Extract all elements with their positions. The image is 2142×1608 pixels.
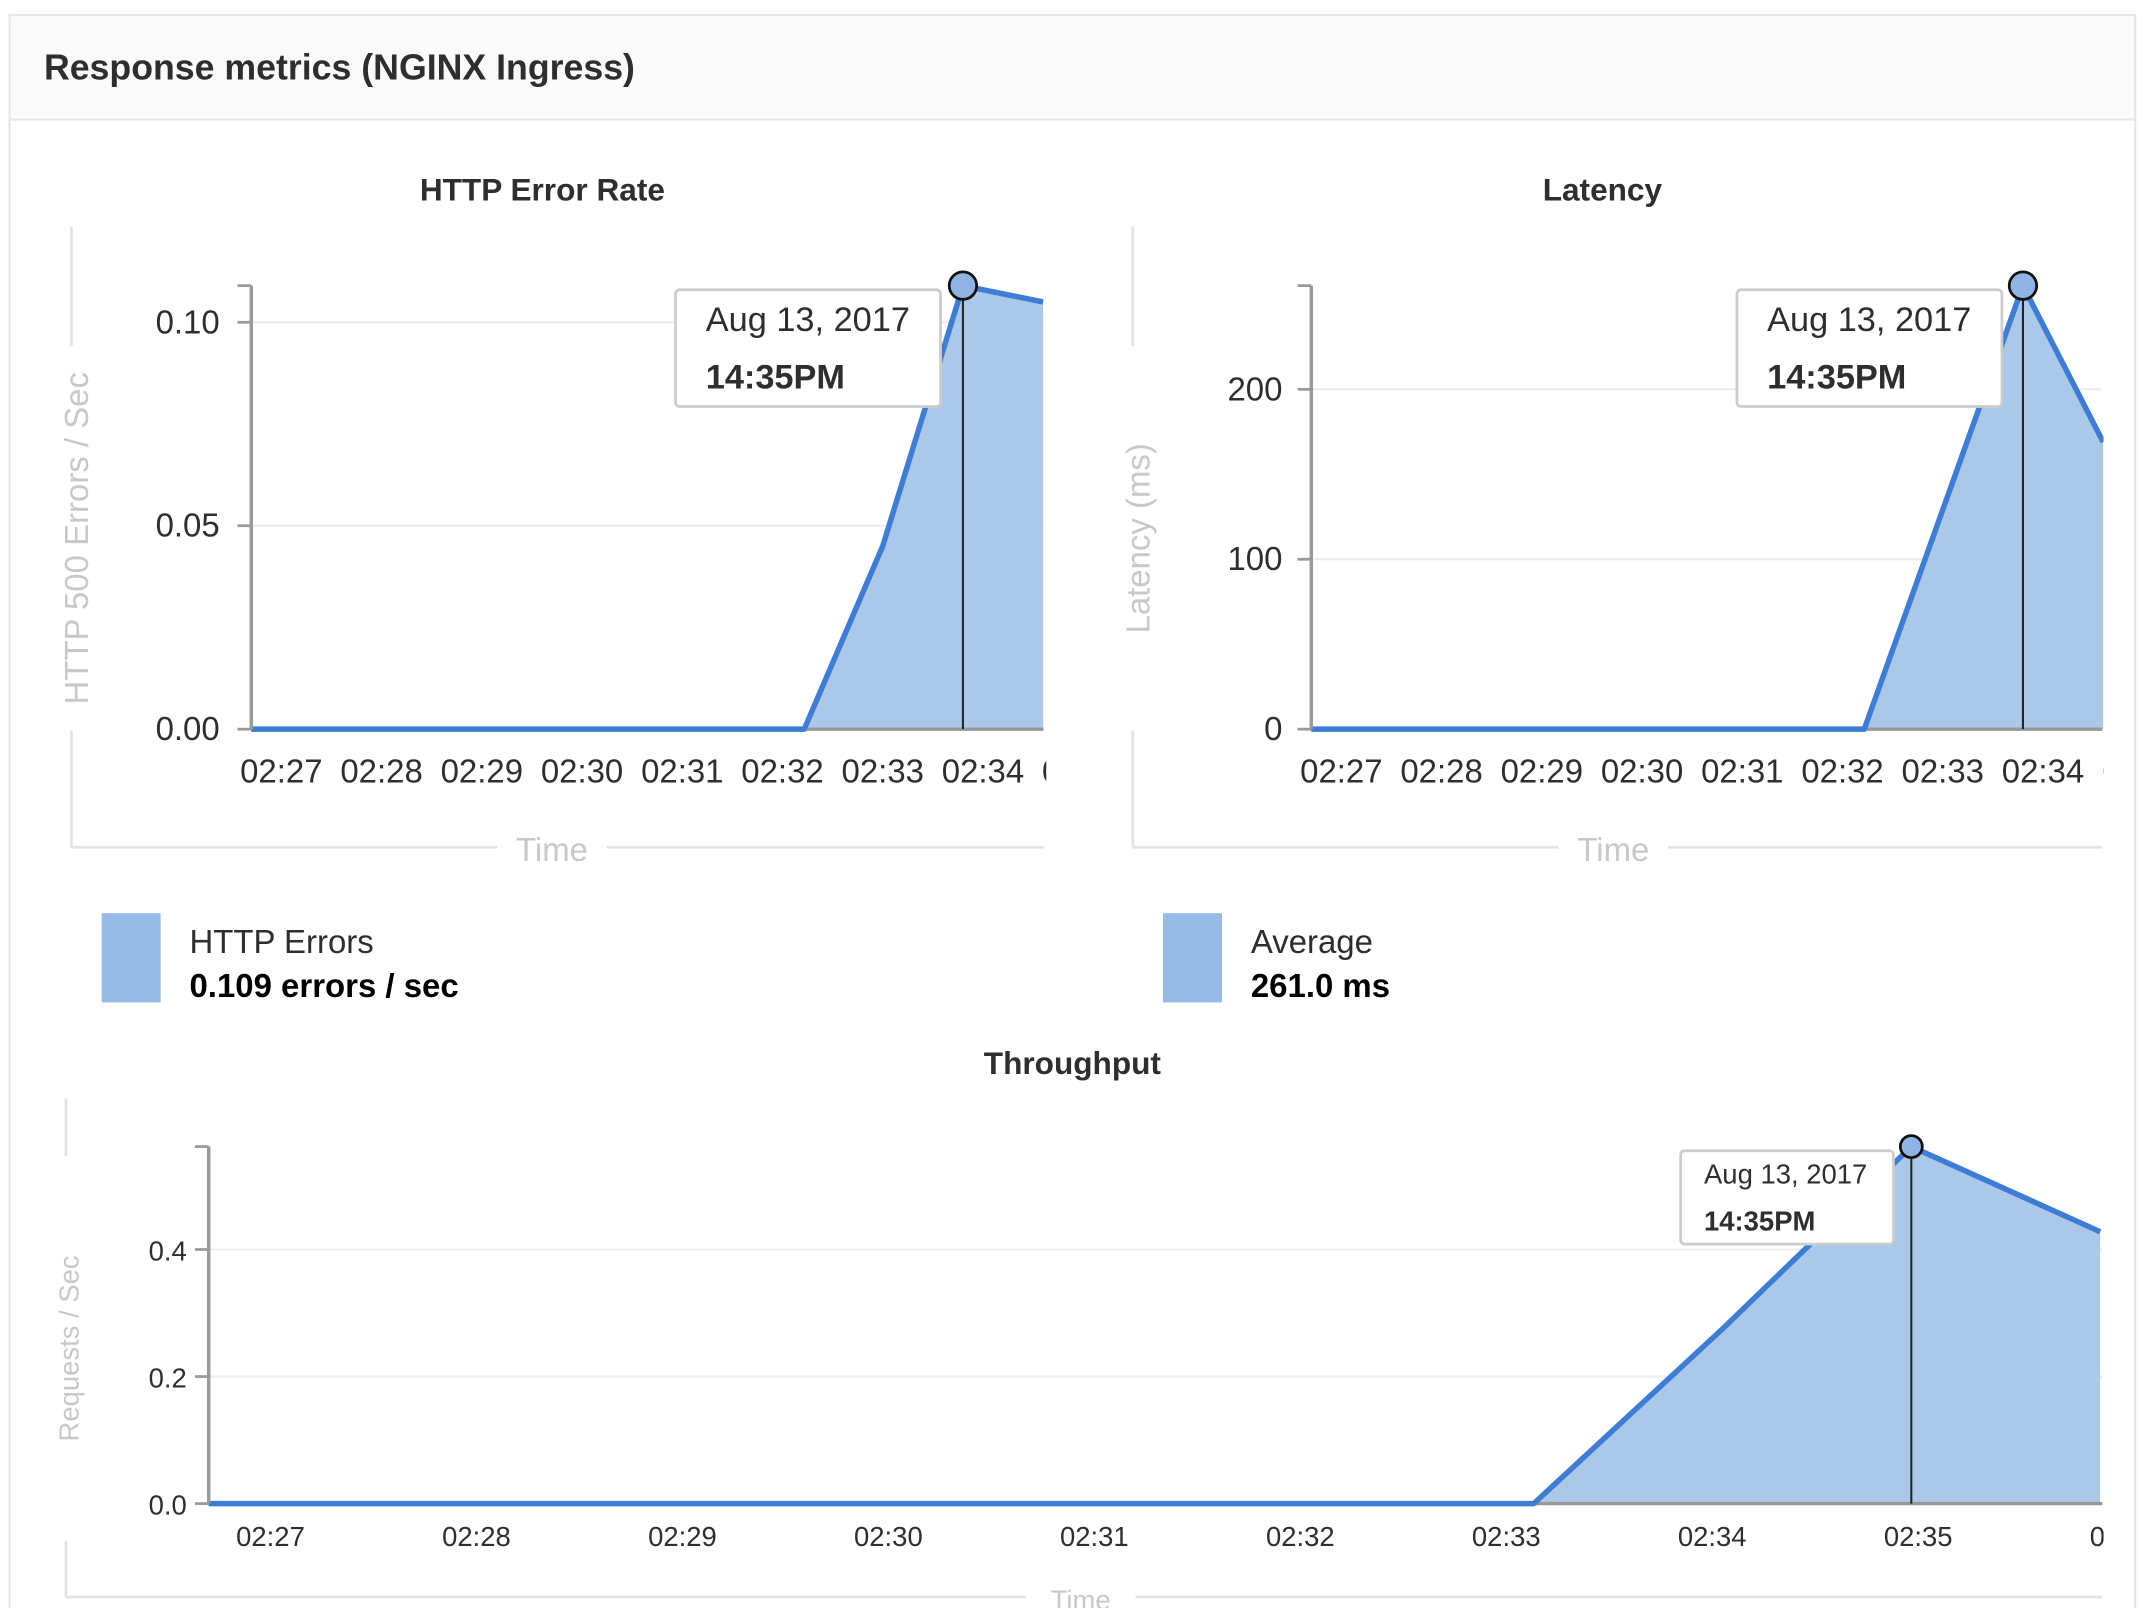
tooltip: Aug 13, 2017 14:35PM bbox=[1735, 288, 2004, 408]
chart-title: Throughput bbox=[984, 1045, 1162, 1081]
hover-point bbox=[1898, 1134, 1924, 1159]
x-tick-label: 02:34 bbox=[2002, 753, 2084, 790]
y-axis-label: Latency (ms) bbox=[1119, 443, 1156, 633]
x-tick-label: 02:30 bbox=[541, 753, 623, 790]
x-tick-label: 02:28 bbox=[340, 753, 422, 790]
x-tick-label: 02:34 bbox=[1678, 1521, 1747, 1552]
x-tick-label: 02:32 bbox=[1801, 753, 1883, 790]
x-tick-label: 02:30 bbox=[1601, 753, 1683, 790]
y-tick-label: 200 bbox=[1227, 370, 1282, 407]
legend-value: 261.0 ms bbox=[1251, 967, 1390, 1004]
chart-title: Latency bbox=[1543, 172, 1663, 208]
x-tick-label: 02:28 bbox=[1400, 753, 1482, 790]
tooltip: Aug 13, 2017 14:35PM bbox=[1679, 1149, 1895, 1246]
tooltip-date: Aug 13, 2017 bbox=[1767, 301, 1971, 339]
legend-value: 0.109 errors / sec bbox=[189, 967, 458, 1004]
y-tick-label: 0.10 bbox=[156, 303, 220, 340]
legend-average-latency: Average 261.0 ms bbox=[1162, 913, 1390, 1004]
x-tick-label: 02:31 bbox=[1060, 1521, 1129, 1552]
x-tick-label: 02:27 bbox=[236, 1521, 305, 1552]
x-tick-label: 02:33 bbox=[1472, 1521, 1541, 1552]
y-tick-label: 0.00 bbox=[156, 710, 220, 747]
tooltip-date: Aug 13, 2017 bbox=[1704, 1159, 1867, 1190]
x-tick-label: 02:32 bbox=[1266, 1521, 1335, 1552]
y-tick-label: 0 bbox=[1264, 710, 1282, 747]
x-tick-label: 02:27 bbox=[240, 753, 322, 790]
x-tick-label: 02:29 bbox=[648, 1521, 717, 1552]
y-tick-label: 0.0 bbox=[149, 1490, 187, 1521]
legend-label: Average bbox=[1251, 923, 1373, 960]
x-tick-label: 02:27 bbox=[1300, 753, 1382, 790]
x-ticks: 02:27 02:28 02:29 02:30 02:31 02:32 02:33 02:34… bbox=[240, 753, 1046, 790]
panel-title: Response metrics (NGINX Ingress) bbox=[44, 48, 635, 88]
x-axis-label: Time bbox=[1577, 831, 1649, 868]
x-tick-label: 02:29 bbox=[1501, 753, 1583, 790]
tooltip-time: 14:35PM bbox=[1704, 1205, 1815, 1236]
y-axis-label: Requests / Sec bbox=[53, 1255, 84, 1441]
x-tick-label: 02:31 bbox=[641, 753, 723, 790]
x-tick-label: 02:34 bbox=[942, 753, 1024, 790]
x-tick-label: 02:28 bbox=[442, 1521, 511, 1552]
y-axis-label: HTTP 500 Errors / Sec bbox=[58, 372, 95, 705]
hover-point bbox=[2007, 270, 2039, 301]
legend-swatch bbox=[101, 913, 161, 1003]
x-tick-label: 02:30 bbox=[854, 1521, 923, 1552]
hover-point bbox=[947, 270, 979, 301]
x-tick-label: 02:33 bbox=[842, 753, 924, 790]
y-tick-label: 0.2 bbox=[149, 1363, 187, 1394]
x-tick-label: 02:32 bbox=[741, 753, 823, 790]
x-tick-label: 02:31 bbox=[1701, 753, 1783, 790]
tooltip-time: 14:35PM bbox=[1767, 359, 1906, 397]
y-tick-label: 0.05 bbox=[156, 507, 220, 544]
tooltip-time: 14:35PM bbox=[706, 359, 845, 397]
legend-swatch bbox=[1162, 913, 1223, 1003]
x-axis-label: Time bbox=[516, 831, 588, 868]
x-tick-label: 02:35 bbox=[1884, 1521, 1953, 1552]
tooltip-date: Aug 13, 2017 bbox=[706, 301, 910, 339]
x-tick-label: 02:29 bbox=[441, 753, 523, 790]
chart-title: HTTP Error Rate bbox=[420, 172, 665, 208]
x-axis-label: Time bbox=[1051, 1584, 1111, 1608]
y-tick-label: 100 bbox=[1227, 540, 1282, 577]
x-tick-label: 02:33 bbox=[1902, 753, 1984, 790]
x-ticks: 02:27 02:28 02:29 02:30 02:31 02:32 02:33 02:34… bbox=[1300, 753, 2103, 790]
response-metrics-panel: Response metrics (NGINX Ingress) HTTP Er… bbox=[8, 14, 2137, 1608]
tooltip: Aug 13, 2017 14:35PM bbox=[674, 288, 942, 408]
y-tick-label: 0.4 bbox=[149, 1235, 187, 1266]
legend-label: HTTP Errors bbox=[189, 923, 373, 960]
